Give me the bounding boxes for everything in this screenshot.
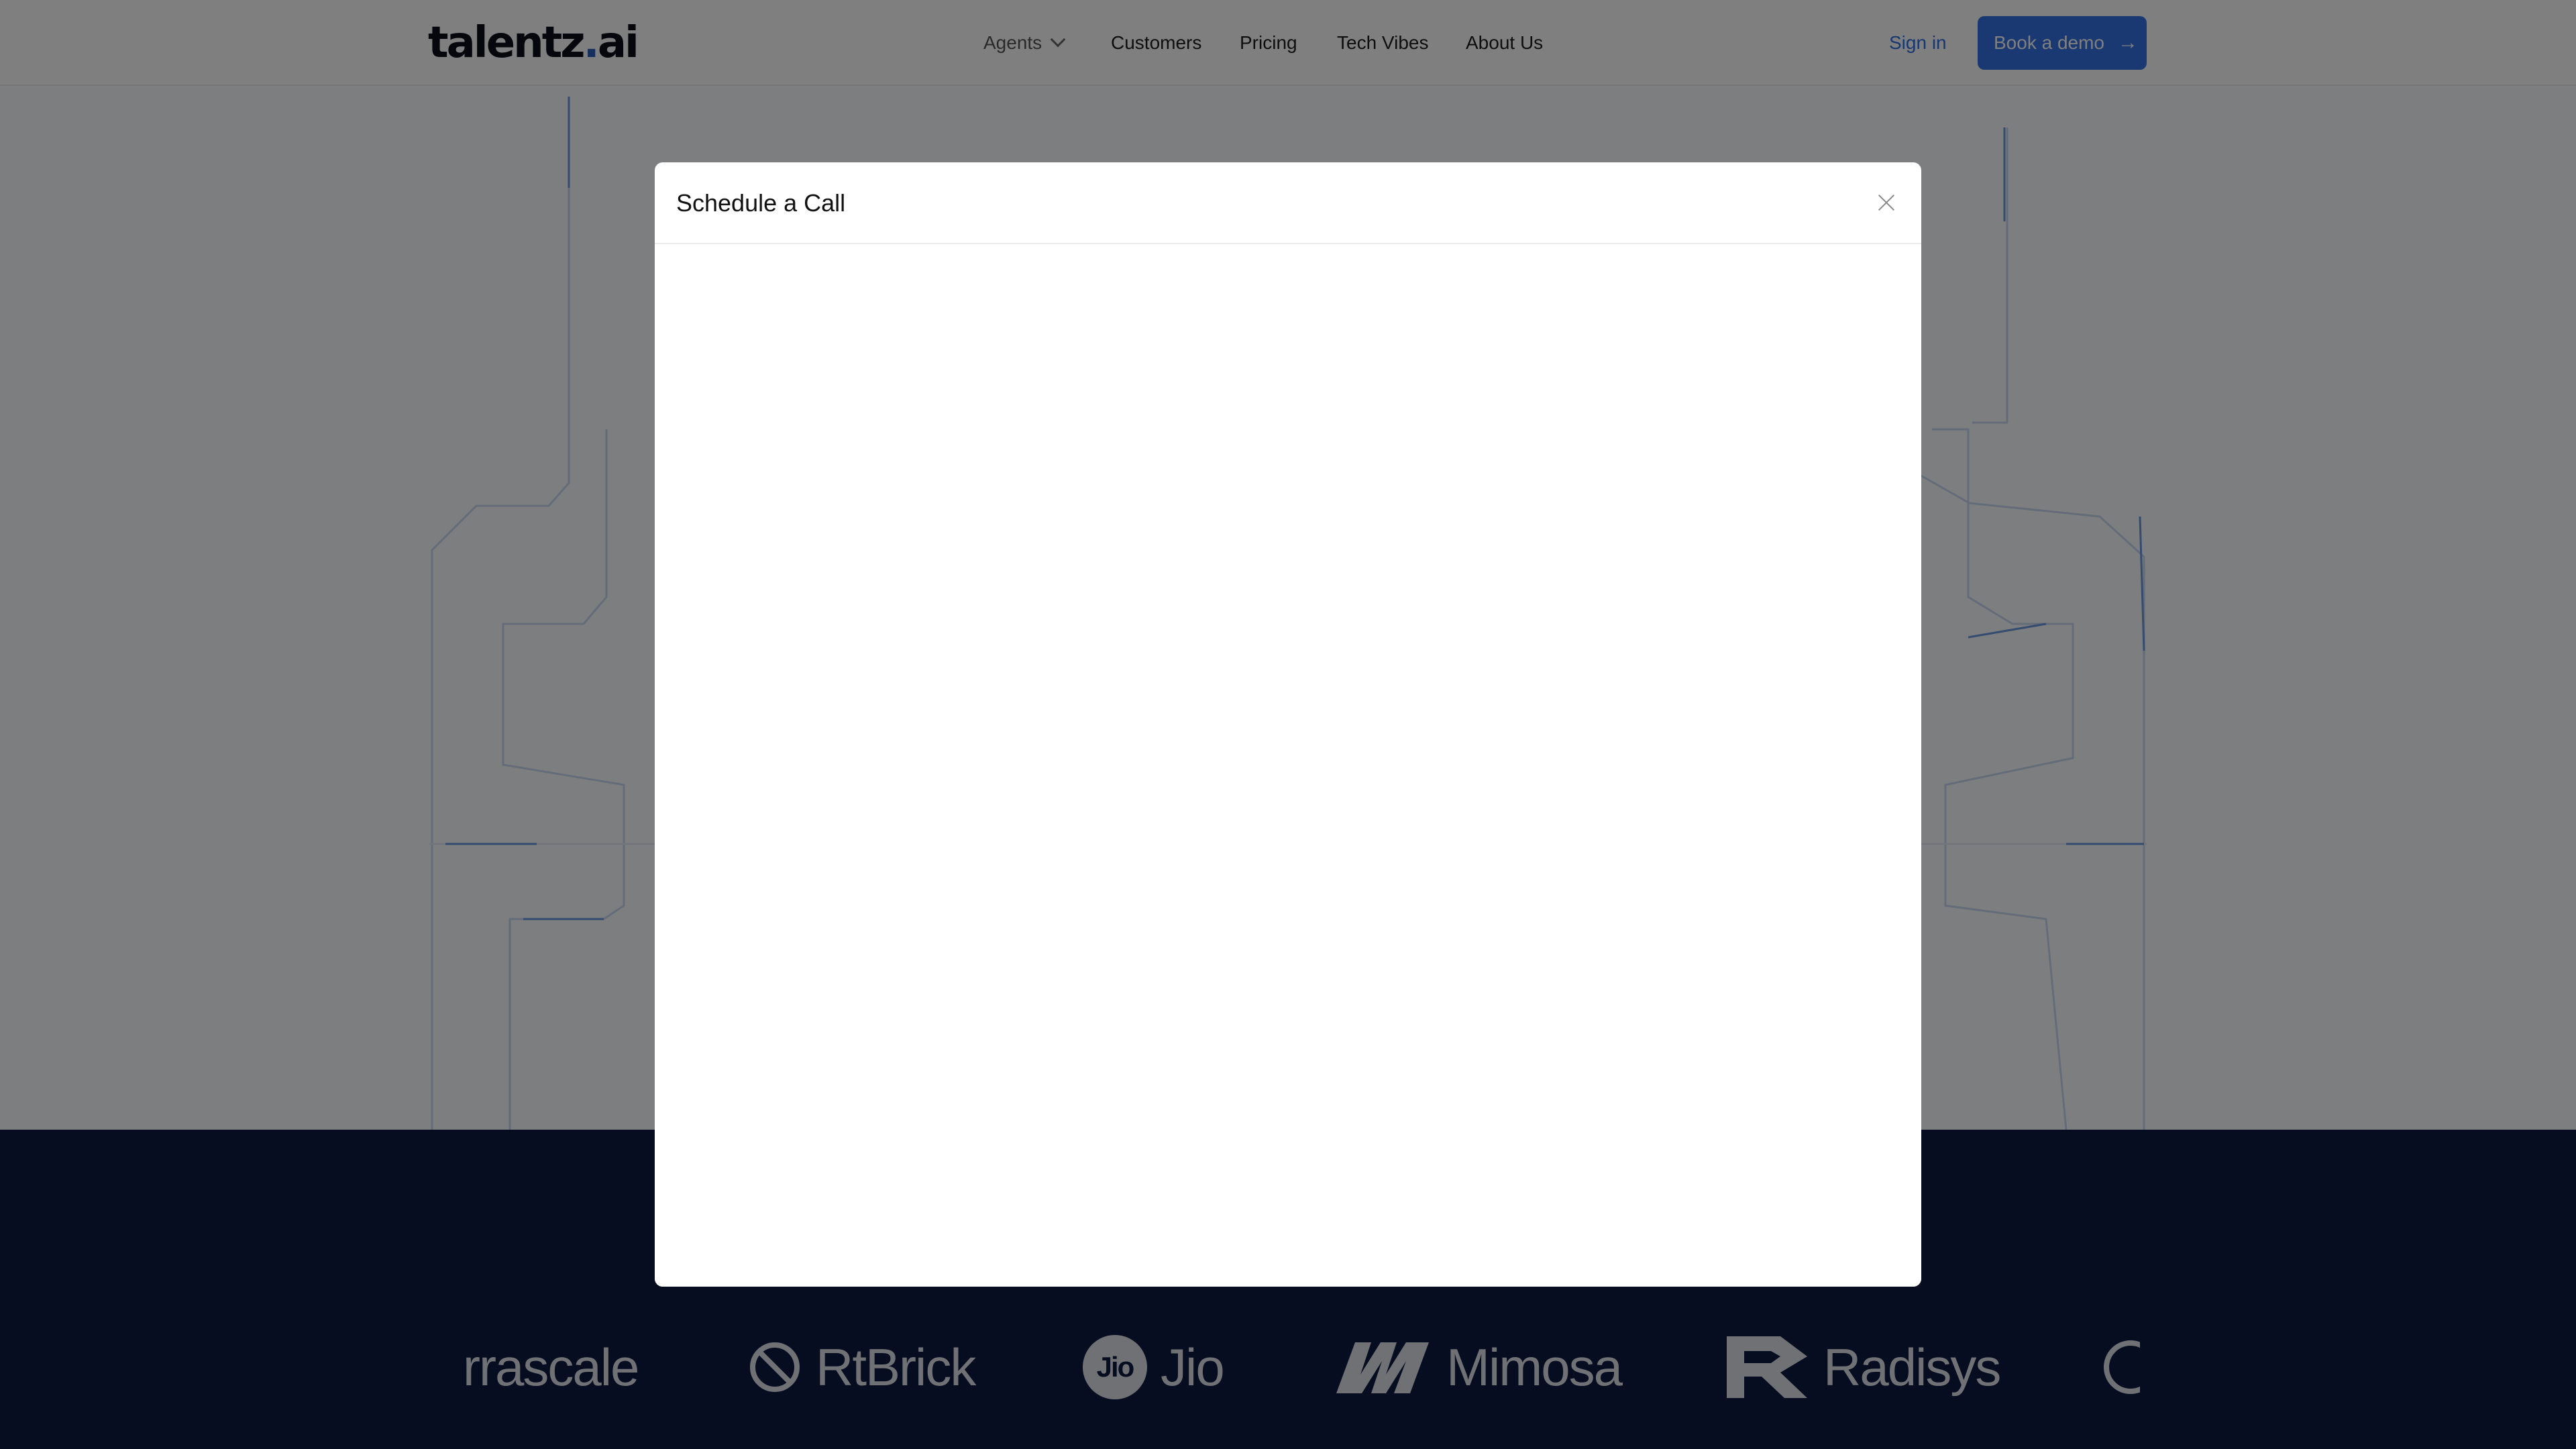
close-icon[interactable]	[1874, 191, 1898, 215]
scheduler-embed-area[interactable]	[655, 246, 1921, 1287]
schedule-call-modal: Schedule a Call	[655, 162, 1921, 1287]
modal-header: Schedule a Call	[655, 162, 1921, 244]
modal-title: Schedule a Call	[676, 189, 846, 217]
